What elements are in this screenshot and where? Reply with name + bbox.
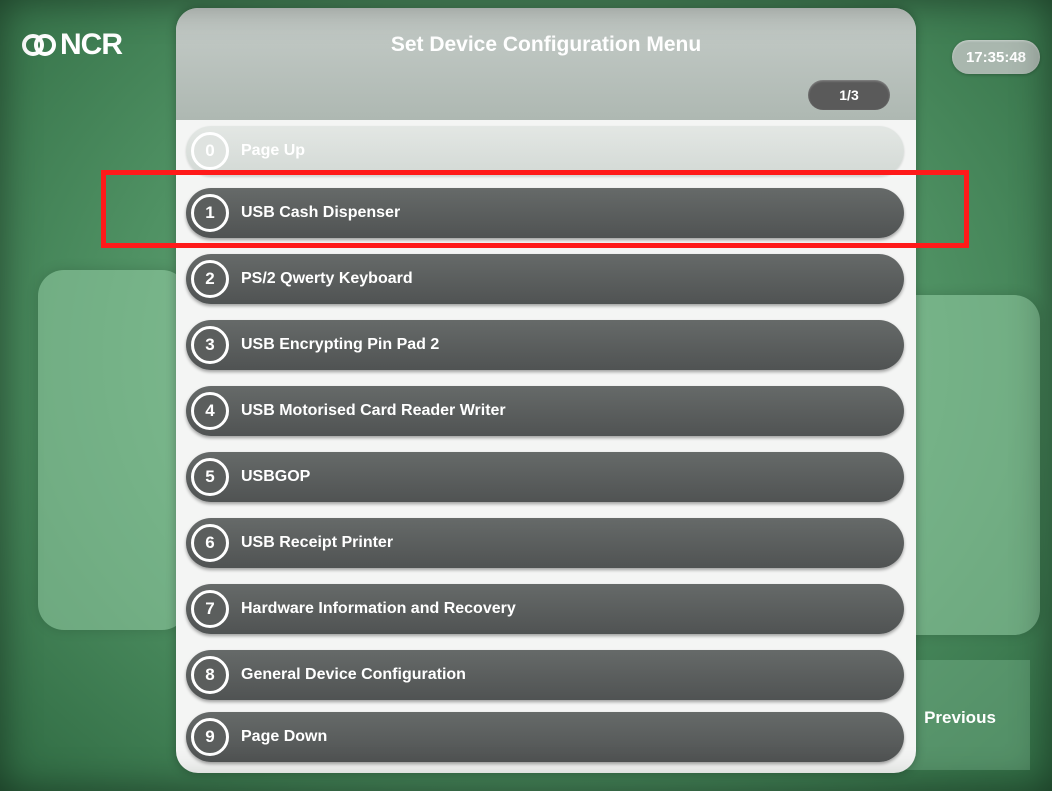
- menu-item-usb-receipt-printer[interactable]: 6 USB Receipt Printer: [186, 518, 904, 568]
- menu-number-badge: 8: [191, 656, 229, 694]
- menu-item-label: Page Up: [241, 142, 306, 159]
- menu-item-general-device-configuration[interactable]: 8 General Device Configuration: [186, 650, 904, 700]
- previous-button[interactable]: Previous: [905, 698, 1015, 738]
- logo-text: NCR: [60, 28, 123, 61]
- menu-item-label: USBGOP: [241, 468, 311, 485]
- menu-item-usb-encrypting-pin-pad[interactable]: 3 USB Encrypting Pin Pad 2: [186, 320, 904, 370]
- menu-number-badge: 7: [191, 590, 229, 628]
- menu-item-label: USB Motorised Card Reader Writer: [241, 402, 506, 419]
- menu-item-label: USB Encrypting Pin Pad 2: [241, 336, 440, 353]
- menu-item-usbgop[interactable]: 5 USBGOP: [186, 452, 904, 502]
- clock-display: 17:35:48: [952, 40, 1040, 74]
- ncr-logo-icon: [22, 34, 56, 56]
- page-indicator: 1/3: [808, 80, 890, 110]
- menu-number-badge: 4: [191, 392, 229, 430]
- menu-item-label: Hardware Information and Recovery: [241, 600, 516, 617]
- menu-item-usb-card-reader-writer[interactable]: 4 USB Motorised Card Reader Writer: [186, 386, 904, 436]
- menu-item-ps2-qwerty-keyboard[interactable]: 2 PS/2 Qwerty Keyboard: [186, 254, 904, 304]
- menu-item-label: USB Receipt Printer: [241, 534, 394, 551]
- menu-item-label: PS/2 Qwerty Keyboard: [241, 270, 413, 287]
- menu-number-badge: 2: [191, 260, 229, 298]
- selection-highlight-box: [101, 170, 969, 248]
- menu-number-badge: 5: [191, 458, 229, 496]
- menu-item-label: General Device Configuration: [241, 666, 466, 683]
- menu-number-badge: 3: [191, 326, 229, 364]
- configuration-menu-panel: Set Device Configuration Menu 1/3 0 Page…: [176, 8, 916, 773]
- menu-item-hardware-information[interactable]: 7 Hardware Information and Recovery: [186, 584, 904, 634]
- menu-number-badge: 9: [191, 718, 229, 756]
- menu-number-badge: 6: [191, 524, 229, 562]
- menu-number-badge: 0: [191, 132, 229, 170]
- left-side-panel: [38, 270, 188, 630]
- menu-header: Set Device Configuration Menu 1/3: [176, 8, 916, 120]
- page-title: Set Device Configuration Menu: [390, 33, 702, 56]
- menu-item-label: Page Down: [241, 728, 328, 745]
- menu-item-page-up: 0 Page Up: [186, 126, 904, 176]
- menu-item-page-down[interactable]: 9 Page Down: [186, 712, 904, 762]
- ncr-logo: NCR: [22, 28, 123, 62]
